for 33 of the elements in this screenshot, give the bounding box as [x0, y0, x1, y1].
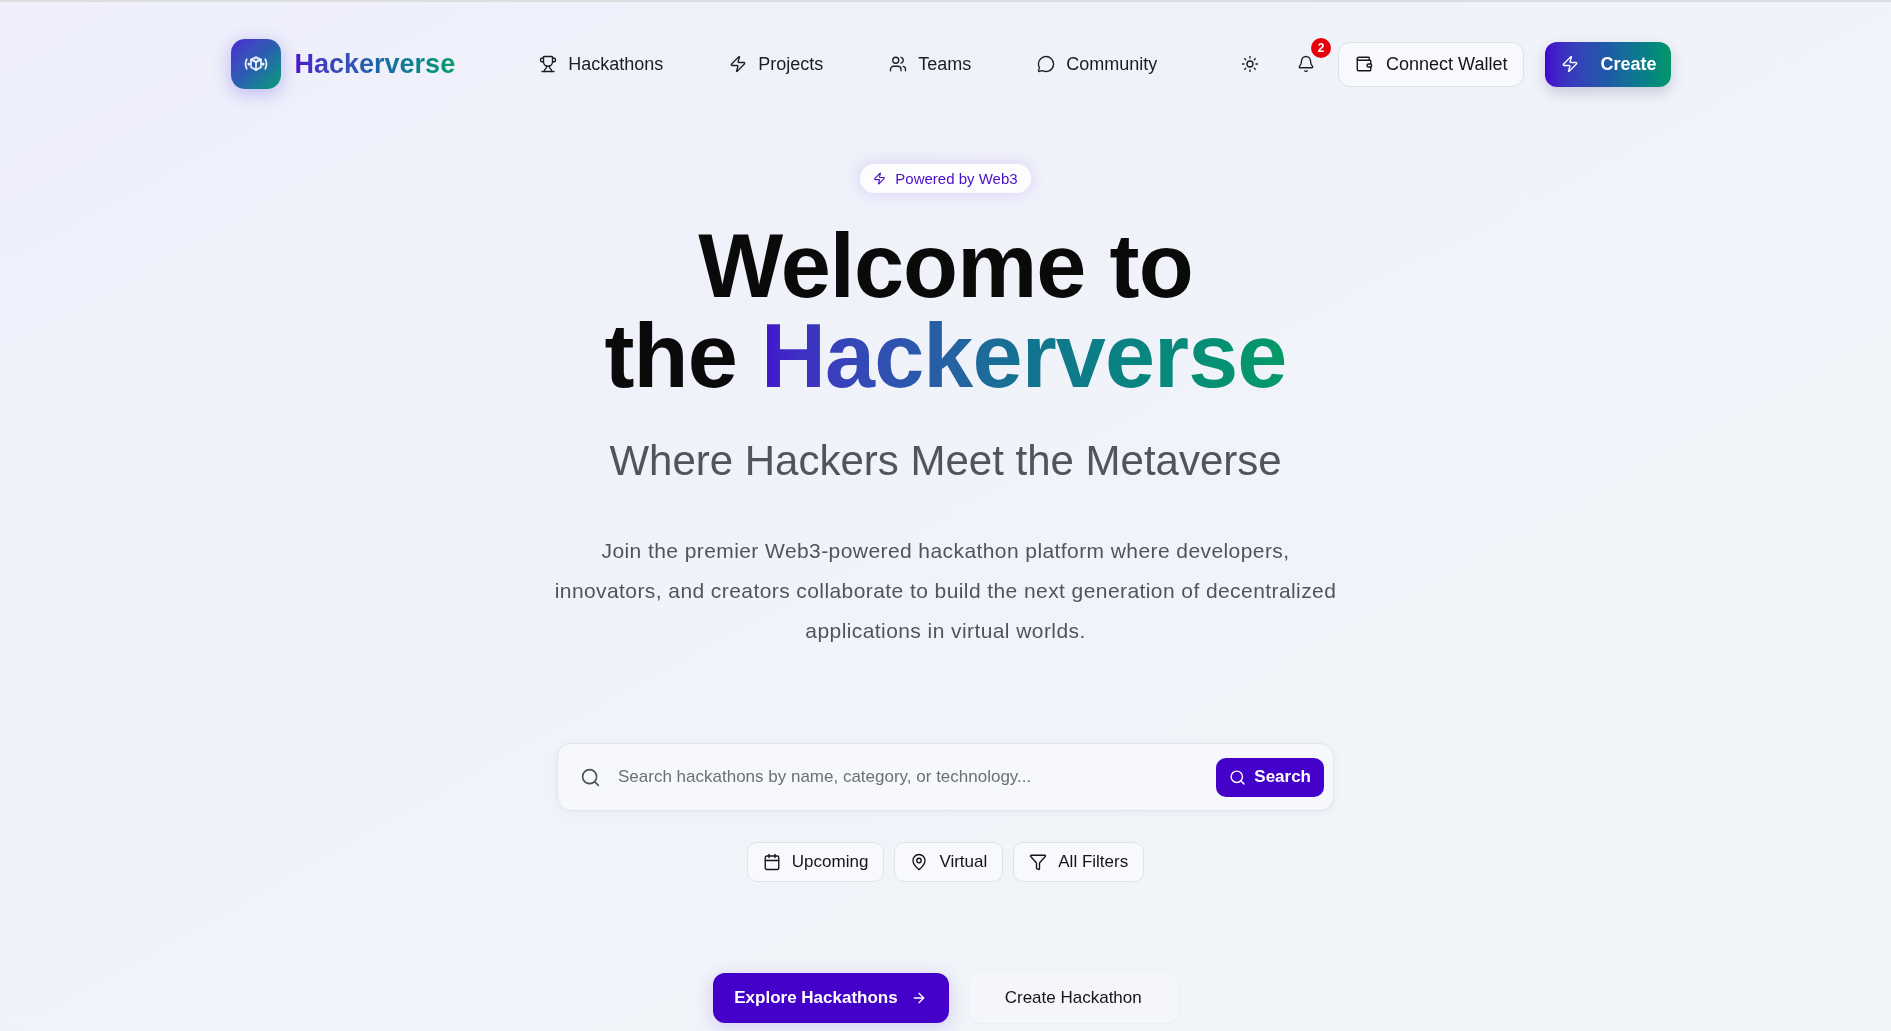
cube-logo-icon [230, 39, 281, 89]
filter-chip[interactable]: Virtual [894, 842, 1004, 882]
nav-link[interactable]: Community [1021, 44, 1174, 84]
lightning-icon [873, 172, 887, 185]
nav-link[interactable]: Projects [713, 44, 840, 84]
filter-chip[interactable]: Upcoming [746, 842, 885, 882]
hero-description: Join the premier Web3-powered hackathon platform where developers, innovators, and creators collaborate to build the next generation of decentralized applications in virtual worlds. [553, 538, 1338, 644]
connect-wallet-button[interactable]: Connect Wallet [1338, 41, 1525, 87]
notification-count: 2 [1311, 38, 1332, 58]
explore-button[interactable]: Explore Hackathons [713, 973, 949, 1023]
tag-text: Powered by Web3 [895, 169, 1018, 188]
search-icon [580, 766, 601, 788]
bell-icon [1297, 55, 1316, 73]
map-pin-icon [910, 853, 929, 871]
nav-link[interactable]: Teams [873, 44, 988, 84]
create-button[interactable]: Create [1545, 41, 1671, 87]
filter-chip[interactable]: All Filters [1013, 842, 1145, 882]
trophy-icon [539, 55, 558, 73]
lightning-icon [729, 55, 748, 73]
search-icon [1229, 768, 1247, 786]
lightning-icon [1561, 55, 1580, 73]
search-field[interactable]: Search hackathons by name, category, or technology... Search [557, 743, 1334, 811]
speech-bubble-icon [1037, 55, 1056, 73]
funnel-icon [1029, 853, 1048, 871]
people-icon [889, 55, 908, 73]
nav-link[interactable]: Hackathons [523, 44, 680, 84]
calendar-icon [762, 853, 781, 871]
hero-subtitle: Where Hackers Meet the Metaverse [609, 436, 1282, 486]
search-button[interactable]: Search [1216, 757, 1324, 797]
wallet-icon [1355, 55, 1374, 73]
hero-heading: Welcome to the Hackerverse [604, 221, 1287, 401]
sun-icon [1241, 55, 1260, 73]
create-hackathon-button[interactable]: Create Hackathon [968, 973, 1178, 1023]
